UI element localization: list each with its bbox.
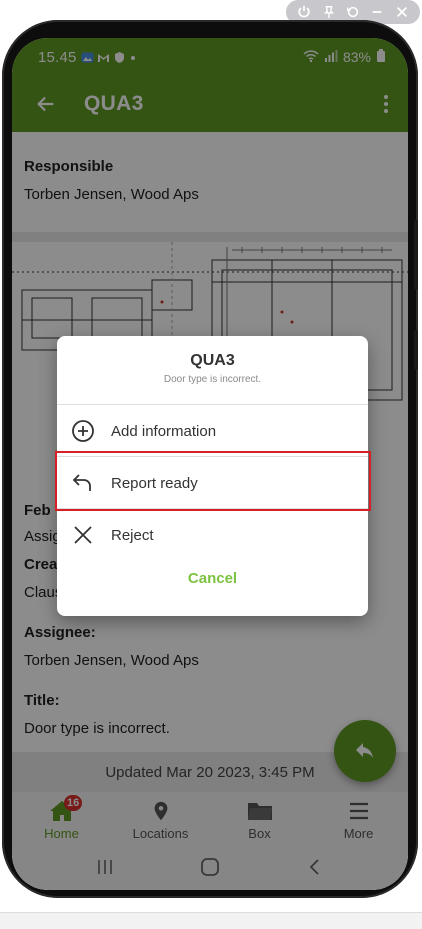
selection-highlight bbox=[55, 451, 371, 511]
rotate-icon[interactable] bbox=[343, 2, 363, 22]
phone-frame: 15.45 83% QUA3 Responsible Torben Jensen… bbox=[2, 20, 418, 898]
power-side-button bbox=[414, 330, 418, 370]
volume-button bbox=[414, 220, 418, 290]
add-information-label: Add information bbox=[111, 422, 217, 440]
phone-screen: 15.45 83% QUA3 Responsible Torben Jensen… bbox=[12, 38, 408, 890]
minimize-icon[interactable] bbox=[367, 2, 387, 22]
reject-label: Reject bbox=[111, 526, 154, 544]
close-window-icon[interactable] bbox=[392, 2, 412, 22]
power-icon[interactable] bbox=[294, 2, 314, 22]
close-icon bbox=[69, 521, 97, 549]
dialog-divider bbox=[57, 404, 368, 405]
add-information-option[interactable]: Add information bbox=[57, 406, 368, 456]
pin-icon[interactable] bbox=[319, 2, 339, 22]
page-bottom-strip bbox=[0, 912, 422, 929]
plus-circle-icon bbox=[69, 417, 97, 445]
dialog-title: QUA3 bbox=[190, 352, 235, 369]
reject-option[interactable]: Reject bbox=[57, 510, 368, 560]
dialog-subtitle: Door type is incorrect. bbox=[163, 374, 262, 385]
cancel-button[interactable]: Cancel bbox=[57, 570, 368, 587]
